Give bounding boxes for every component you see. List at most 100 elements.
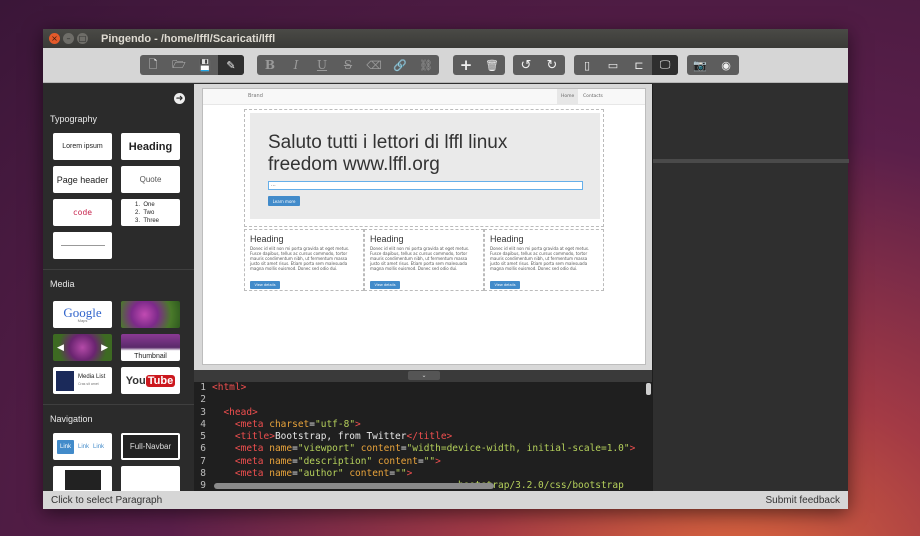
tile-lorem-ipsum[interactable]: Lorem ipsum [53,133,112,160]
column-text[interactable]: Donec id elit non mi porta gravida at eg… [490,246,598,271]
code-line[interactable]: 8 <meta name="author" content=""> [194,468,652,480]
code-token: <html> [212,382,247,393]
column-heading[interactable]: Heading [250,234,358,244]
tile-label: Full-Navbar [129,442,172,451]
back-arrow-icon[interactable]: ➜ [174,93,185,104]
jumbotron-title[interactable]: Saluto tutti i lettori di lffl linux fre… [268,132,568,176]
maximize-window-button[interactable]: □ [77,33,88,44]
close-window-button[interactable]: × [49,33,60,44]
nav-link: Link [78,443,90,450]
tile-heading[interactable]: Heading [121,133,180,160]
link-icon[interactable]: 🔗 [387,55,413,75]
code-line[interactable]: 5 <title>Bootstrap, from Twitter</title> [194,431,652,443]
column-text[interactable]: Donec id elit non mi porta gravida at eg… [370,246,478,271]
tile-full-navbar[interactable]: Full-Navbar [121,433,180,460]
tile-media-list[interactable]: Media List Cras sit amet [53,367,112,394]
submit-feedback-link[interactable]: Submit feedback [766,495,841,506]
tile-carousel[interactable]: ◀ ▶ [53,334,112,361]
code-token: Bootstrap, from Twitter [274,431,407,443]
code-text: <meta name="viewport" content="width=dev… [212,443,635,455]
jumbotron[interactable]: Saluto tutti i lettori di lffl linux fre… [250,113,600,219]
code-line[interactable]: 4 <meta charset="utf-8"> [194,419,652,431]
eraser-icon[interactable]: ⌫ [361,55,387,75]
column-heading[interactable]: Heading [490,234,598,244]
hr-line [60,245,105,246]
italic-button[interactable]: I [283,55,309,75]
camera-icon[interactable]: 📷 [687,55,713,75]
thumbnail-label: Thumbnail [134,353,167,360]
tile-code[interactable]: code [53,199,112,226]
view-details-button[interactable]: View details [250,281,280,289]
column-heading[interactable]: Heading [370,234,478,244]
undo-icon[interactable]: ↺ [513,55,539,75]
tile-label: Quote [139,175,162,184]
code-line[interactable]: 7 <meta name="description" content=""> [194,456,652,468]
tile-image[interactable] [121,301,180,328]
underline-button[interactable]: U [309,55,335,75]
tablet-icon[interactable]: ▭ [600,55,626,75]
feature-column[interactable]: Heading Donec id elit non mi porta gravi… [244,229,364,291]
column-text[interactable]: Donec id elit non mi porta gravida at eg… [250,246,358,271]
open-folder-icon[interactable]: 🗁 [166,55,192,75]
code-editor[interactable]: 1 <html> 2 3 <head> 4 <meta charset="utf-8">… [194,382,652,491]
redo-icon[interactable]: ↻ [539,55,565,75]
properties-splitter[interactable] [653,159,849,163]
tile-page-header[interactable]: Page header [53,166,112,193]
desktop-icon[interactable]: 🖵 [652,55,678,75]
tile-youtube[interactable]: You Tube [121,367,180,394]
navbar-dark-swatch [64,469,101,490]
preview-nav-home[interactable]: Home [557,89,579,104]
chevron-down-icon[interactable]: ⌄ [408,371,440,380]
laptop-icon[interactable]: ⊏ [626,55,652,75]
bold-button[interactable]: B [257,55,283,75]
tile-thumbnail[interactable]: Thumbnail [121,334,180,361]
tile-navbar-light[interactable] [121,466,180,491]
line-number: 8 [200,468,206,480]
edit-toolbar-group: + 🗑 [453,55,505,75]
code-vertical-scrollbar[interactable] [646,383,651,395]
code-line[interactable]: 2 [194,394,652,406]
section-title-navigation: Navigation [50,414,93,424]
device-toolbar-group: ▯ ▭ ⊏ 🖵 [574,55,678,75]
line-number: 9 [200,480,206,491]
view-details-button[interactable]: View details [490,281,520,289]
youtube-you: You [125,374,146,387]
code-token: </title> [406,431,453,443]
tile-horizontal-rule[interactable] [53,232,112,259]
code-token: > [435,455,441,467]
feature-column[interactable]: Heading Donec id elit non mi porta gravi… [364,229,484,291]
page-preview[interactable]: Brand Home Contacts Saluto tutti i letto… [202,88,646,365]
minimize-window-button[interactable]: – [63,33,74,44]
tile-nav-links[interactable]: Link Link Link [53,433,112,460]
code-line[interactable]: 1 <html> [194,382,652,394]
phone-icon[interactable]: ▯ [574,55,600,75]
tile-google-maps[interactable]: Google Maps [53,301,112,328]
learn-more-button[interactable]: Learn more [268,196,300,206]
save-icon[interactable]: 💾 [192,55,218,75]
code-token: <meta [234,443,270,455]
add-element-icon[interactable]: + [453,55,479,75]
new-file-icon[interactable]: 🗋 [140,55,166,75]
unlink-icon[interactable]: ⛓ [413,55,439,75]
tile-navbar-dark[interactable] [53,466,112,491]
trash-icon[interactable]: 🗑 [479,55,505,75]
preview-nav-contacts[interactable]: Contacts [579,89,607,104]
strikethrough-icon: S [343,58,353,72]
code-horizontal-scrollbar[interactable] [214,483,494,489]
strikethrough-button[interactable]: S [335,55,361,75]
tile-ordered-list[interactable]: 1. One 2. Two 3. Three [121,199,180,226]
view-details-button[interactable]: View details [370,281,400,289]
tile-quote[interactable]: Quote [121,166,180,193]
feature-column[interactable]: Heading Donec id elit non mi porta gravi… [484,229,604,291]
code-line[interactable]: 6 <meta name="viewport" content="width=d… [194,443,652,455]
jumbotron-container[interactable]: Saluto tutti i lettori di lffl linux fre… [244,109,604,227]
globe-icon[interactable]: ◉ [713,55,739,75]
preview-brand[interactable]: Brand [248,93,263,99]
app-window: × – □ Pingendo - /home/lffl/Scaricati/lf… [43,29,849,509]
code-line[interactable]: 3 <head> [194,407,652,419]
edit-pencil-icon[interactable]: ✎ [218,55,244,75]
jumbotron-paragraph-input[interactable]: ... [268,181,583,190]
panel-splitter[interactable]: ⌄ [194,370,652,382]
